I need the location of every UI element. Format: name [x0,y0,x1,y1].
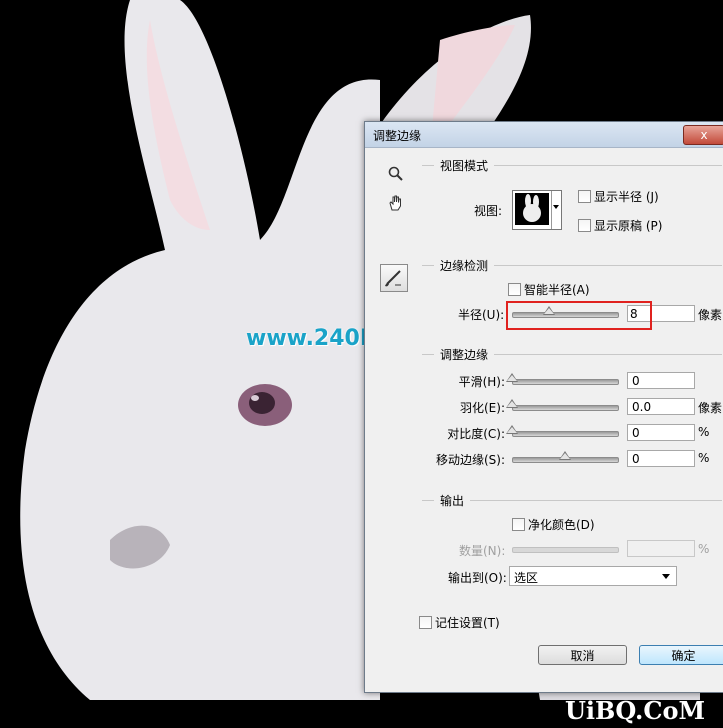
footer-watermark: UiBQ.CoM [565,696,706,725]
output-to-select[interactable]: 选区 [509,566,677,586]
edge-detection-group: 边缘检测 [422,257,722,274]
amount-unit: % [698,542,710,556]
adjust-row-slider-thumb[interactable] [506,373,518,382]
smart-radius-label: 智能半径(A) [524,283,590,297]
output-group: 输出 [422,492,722,509]
brush-icon [385,270,401,287]
chevron-down-icon [662,574,670,579]
view-mode-group: 视图模式 [422,157,722,174]
view-preview-dropdown[interactable] [512,190,562,230]
adjust-row-label: 移动边缘(S): [435,453,505,467]
adjust-row-input[interactable]: 0 [627,450,695,467]
remember-settings-label: 记住设置(T) [435,616,500,630]
adjust-row-unit: % [698,425,710,439]
dialog-titlebar[interactable]: 调整边缘 x [365,122,723,148]
radius-label: 半径(U): [458,308,505,322]
adjust-row-slider-thumb[interactable] [506,425,518,434]
adjust-row-slider-thumb[interactable] [506,399,518,408]
view-mode-label: 视图模式 [434,157,495,174]
dialog-title: 调整边缘 [373,129,422,143]
zoom-tool-icon[interactable] [388,166,404,182]
output-to-label: 输出到(O): [448,571,507,585]
decontaminate-checkbox[interactable] [512,518,525,531]
adjust-row-label: 对比度(C): [447,427,505,441]
amount-slider [512,547,619,553]
output-to-value: 选区 [514,571,539,585]
refine-edge-dialog: 调整边缘 x 视图模式 视图: 显示半径 (J) 显示原稿 (P) 边缘检测 智… [364,121,723,693]
adjust-row-slider-thumb[interactable] [558,451,571,460]
adjust-row-unit: % [698,451,710,465]
adjust-row-input[interactable]: 0 [627,372,695,389]
adjust-edge-label: 调整边缘 [434,346,495,363]
adjust-edge-group: 调整边缘 [422,346,722,363]
adjust-row-label: 平滑(H): [458,375,505,389]
show-original-label: 显示原稿 (P) [594,219,663,233]
refine-radius-tool-button[interactable] [380,264,408,292]
adjust-row-input[interactable]: 0 [627,424,695,441]
dropdown-divider [551,191,552,229]
radius-unit: 像素 [698,308,723,322]
hand-tool-icon[interactable] [387,194,405,212]
adjust-row-input[interactable]: 0.0 [627,398,695,415]
show-radius-label: 显示半径 (J) [594,190,659,204]
output-label: 输出 [434,492,471,509]
smart-radius-checkbox[interactable] [508,283,521,296]
view-label: 视图: [474,204,503,218]
amount-label: 数量(N): [459,544,506,558]
adjust-row-slider[interactable] [512,405,619,411]
adjust-row-label: 羽化(E): [460,401,505,415]
adjust-row-slider[interactable] [512,379,619,385]
show-original-checkbox[interactable] [578,219,591,232]
decontaminate-label: 净化颜色(D) [528,518,595,532]
cancel-button[interactable]: 取消 [538,645,627,665]
adjust-row-unit: 像素 [698,401,723,415]
adjust-row-slider[interactable] [512,431,619,437]
close-button[interactable]: x [683,125,723,145]
show-radius-checkbox[interactable] [578,190,591,203]
edge-detection-label: 边缘检测 [434,257,495,274]
chevron-down-icon [553,205,559,209]
ok-button[interactable]: 确定 [639,645,723,665]
amount-input [627,540,695,557]
remember-settings-checkbox[interactable] [419,616,432,629]
radius-highlight-box [506,301,652,330]
view-thumbnail [515,193,549,225]
